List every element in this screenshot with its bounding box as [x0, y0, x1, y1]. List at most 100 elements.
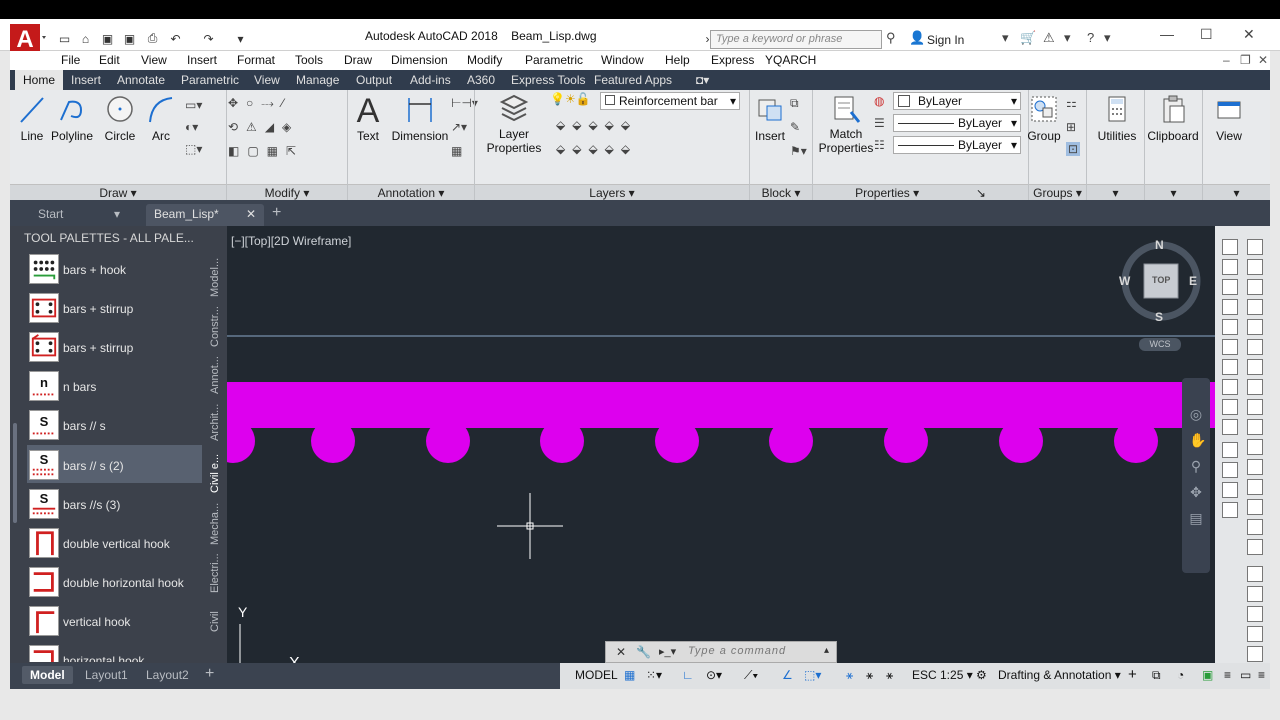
toolbar-tool-icon[interactable]	[1222, 239, 1238, 255]
toolbar-tool-icon[interactable]	[1247, 279, 1263, 295]
menu-draw[interactable]: Draw	[344, 53, 372, 67]
clipboard-panel-expand[interactable]: ▾	[1145, 184, 1202, 200]
chevron-down-icon[interactable]: ▾	[1064, 30, 1071, 46]
palette-tab-architectural[interactable]: Archit...	[209, 399, 223, 445]
toolbar-tool-icon[interactable]	[1247, 519, 1263, 535]
groups-panel-title[interactable]: Groups ▾	[1029, 184, 1086, 200]
toolbar-tool-icon[interactable]	[1247, 646, 1263, 662]
toolbar-tool-icon[interactable]	[1247, 479, 1263, 495]
doc-minimize-icon[interactable]: –	[1223, 53, 1230, 67]
showmotion-icon[interactable]: ▤	[1189, 505, 1203, 531]
toolbar-tool-icon[interactable]	[1247, 439, 1263, 455]
menu-edit[interactable]: Edit	[99, 53, 120, 67]
command-history-icon[interactable]: ▴	[824, 645, 829, 656]
search-input[interactable]: Type a keyword or phrase	[710, 30, 882, 49]
a360-icon[interactable]: ⚠	[1043, 30, 1055, 46]
create-block-icon[interactable]: ⧉	[790, 96, 799, 111]
toolbar-tool-icon[interactable]	[1247, 259, 1263, 275]
palette-item[interactable]: double horizontal hook	[27, 562, 202, 600]
command-prompt-icon[interactable]: ▸_▾	[659, 645, 676, 658]
new-layout-icon[interactable]: +	[205, 665, 214, 683]
isodraft-icon[interactable]: ⟋▾	[744, 668, 758, 683]
tab-annotate[interactable]: Annotate	[117, 73, 165, 87]
lineweight-dropdown[interactable]: ByLayer ▾	[893, 136, 1021, 154]
polar-icon[interactable]: ⊙▾	[706, 668, 722, 682]
tab-layout1[interactable]: Layout1	[85, 668, 128, 682]
ortho-icon[interactable]: ∟	[682, 668, 694, 682]
toolbar-tool-icon[interactable]	[1222, 359, 1238, 375]
palette-tab-electrical[interactable]: Electri...	[209, 549, 223, 597]
customize-icon[interactable]: ≡	[1224, 668, 1231, 682]
palette-item[interactable]: S bars //s (3)	[27, 484, 202, 522]
isolate-icon[interactable]: ⧉	[1152, 668, 1161, 683]
toolbar-tool-icon[interactable]	[1222, 419, 1238, 435]
new-icon[interactable]: ▭	[56, 31, 73, 46]
toolbar-tool-icon[interactable]	[1222, 339, 1238, 355]
palette-item[interactable]: S bars // s	[27, 405, 202, 443]
toolbar-tool-icon[interactable]	[1247, 459, 1263, 475]
tab-model[interactable]: Model	[22, 666, 73, 684]
group-edit-icon[interactable]: ⊞	[1066, 120, 1076, 134]
toolbar-tool-icon[interactable]	[1222, 502, 1238, 518]
toolbar-tool-icon[interactable]	[1222, 259, 1238, 275]
snap-icon[interactable]: ⁙▾	[646, 668, 662, 682]
doc-restore-icon[interactable]: ❐	[1240, 53, 1251, 67]
view-panel-expand[interactable]: ▾	[1203, 184, 1270, 200]
tab-start[interactable]: Start	[38, 207, 63, 221]
menu-express[interactable]: Express	[711, 53, 754, 67]
compass-north[interactable]: N	[1155, 238, 1164, 252]
block-attributes-icon[interactable]: ⚑▾	[790, 144, 807, 158]
toolbar-tool-icon[interactable]	[1247, 379, 1263, 395]
help-icon[interactable]: ?	[1087, 30, 1094, 45]
layer-properties-button[interactable]: Layer Properties	[476, 94, 552, 155]
toolbar-tool-icon[interactable]	[1247, 399, 1263, 415]
grid-icon[interactable]: ▦	[624, 668, 635, 682]
clean-screen-icon[interactable]: ◔	[1177, 668, 1184, 682]
linetype-dropdown[interactable]: ByLayer ▾	[893, 114, 1021, 132]
tab-a360[interactable]: A360	[467, 73, 495, 87]
chevron-down-icon[interactable]: ▾	[1002, 30, 1009, 46]
tab-output[interactable]: Output	[356, 73, 392, 87]
view-button[interactable]: View	[1208, 94, 1250, 143]
table-icon[interactable]: ▦	[451, 144, 462, 158]
plus-icon[interactable]: +	[1128, 666, 1137, 683]
toolbar-tool-icon[interactable]	[1247, 339, 1263, 355]
wcs-menu[interactable]: WCS	[1139, 338, 1181, 351]
steering-wheel-icon[interactable]: ◎	[1189, 401, 1203, 427]
palette-scrollbar[interactable]	[13, 423, 17, 523]
menu-file[interactable]: File	[61, 53, 80, 67]
text-button[interactable]: A Text	[351, 92, 385, 143]
tab-featured-apps[interactable]: Featured Apps	[594, 73, 672, 87]
quick-access-dropdown-icon[interactable]: ▾	[232, 31, 249, 46]
group-button[interactable]: Group	[1025, 94, 1063, 143]
undo-icon[interactable]: ↶	[167, 31, 184, 46]
menu-help[interactable]: Help	[665, 53, 690, 67]
palette-tab-civil-engineering[interactable]: Civil e...	[209, 447, 223, 499]
chevron-down-icon[interactable]: ▾	[114, 207, 120, 221]
edit-block-icon[interactable]: ✎	[790, 120, 800, 134]
menu-insert[interactable]: Insert	[187, 53, 217, 67]
modify-tools-row-2[interactable]: ⟲⚠◢◈	[228, 120, 299, 134]
toolbar-tool-icon[interactable]	[1247, 239, 1263, 255]
redo-icon[interactable]: ↷	[200, 31, 217, 46]
palette-tab-construction[interactable]: Constr...	[209, 304, 223, 350]
toolbar-tool-icon[interactable]	[1222, 399, 1238, 415]
doc-close-icon[interactable]: ✕	[1258, 53, 1268, 67]
compass-east[interactable]: E	[1189, 274, 1197, 288]
properties-panel-title[interactable]: Properties ▾ ↘	[813, 184, 1028, 200]
ungroup-icon[interactable]: ⚏	[1066, 96, 1077, 110]
polyline-button[interactable]: Polyline	[50, 94, 94, 143]
menu-dimension[interactable]: Dimension	[391, 53, 448, 67]
draw-panel-title[interactable]: Draw ▾	[10, 184, 226, 200]
user-icon[interactable]: 👤	[909, 30, 925, 46]
open-icon[interactable]: ⌂	[77, 31, 94, 46]
orbit-icon[interactable]: ✥	[1189, 479, 1203, 505]
save-icon[interactable]: ▣	[99, 31, 116, 46]
modify-tools-row-3[interactable]: ◧▢▦⇱	[228, 144, 304, 158]
palette-tab-model[interactable]: Model...	[209, 252, 223, 302]
toolbar-tool-icon[interactable]	[1247, 299, 1263, 315]
palette-item[interactable]: S bars // s (2)	[27, 445, 202, 483]
close-icon[interactable]: ✕	[616, 645, 626, 659]
object-snap-tracking-icon[interactable]: ∠	[782, 668, 793, 682]
tab-express-tools[interactable]: Express Tools	[511, 73, 585, 87]
